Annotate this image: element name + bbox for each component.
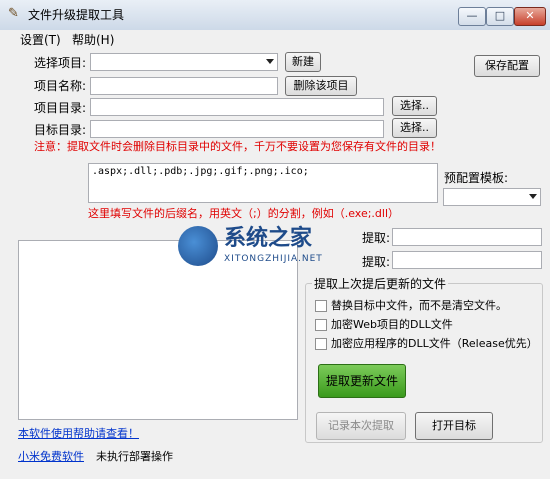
watermark-text: 系统之家 (224, 226, 313, 251)
menu-settings[interactable]: 设置(T) (18, 31, 63, 49)
encrypt-web-dll-checkbox[interactable] (315, 319, 327, 331)
chevron-down-icon (266, 59, 274, 64)
extensions-hint: 这里填写文件的后缀名，用英文（;）的分割，例如（.exe;.dll） (88, 207, 400, 220)
open-target-button[interactable]: 打开目标 (415, 412, 493, 440)
preset-template-label: 预配置模板: (444, 171, 509, 185)
encrypt-web-dll-label: 加密Web项目的DLL文件 (331, 318, 453, 331)
replace-files-label: 替换目标中文件，而不是清空文件。 (331, 299, 507, 312)
watermark-logo-icon (178, 226, 218, 266)
help-link[interactable]: 本软件使用帮助请查看！ (18, 427, 139, 441)
select-project-dropdown[interactable] (90, 53, 278, 71)
minimize-button[interactable]: — (458, 7, 486, 26)
extract-label-2: 提取: (362, 255, 391, 269)
delete-project-button[interactable]: 删除该项目 (285, 76, 357, 96)
new-button[interactable]: 新建 (285, 52, 321, 72)
save-config-button[interactable]: 保存配置 (474, 55, 540, 77)
brand-link[interactable]: 小米免费软件 (18, 450, 84, 464)
extract-input-1[interactable] (392, 228, 542, 246)
extensions-input[interactable]: .aspx;.dll;.pdb;.jpg;.gif;.png;.ico; (88, 163, 438, 203)
title-bar: ✎ 文件升级提取工具 — □ ✕ (0, 0, 550, 31)
extract-label-1: 提取: (362, 231, 391, 245)
status-text: 未执行部署操作 (96, 450, 173, 463)
maximize-button[interactable]: □ (486, 7, 514, 26)
extract-input-2[interactable] (392, 251, 542, 269)
app-icon: ✎ (8, 6, 19, 21)
project-name-input[interactable] (90, 77, 278, 95)
watermark: 系统之家 XITONGZHIJIA.NET (178, 224, 388, 272)
menu-bar: 设置(T) 帮助(H) (0, 30, 550, 50)
watermark-subtext: XITONGZHIJIA.NET (224, 254, 323, 264)
project-dir-input[interactable] (90, 98, 384, 116)
chevron-down-icon (529, 194, 537, 199)
target-dir-input[interactable] (90, 120, 384, 138)
close-button[interactable]: ✕ (514, 7, 546, 26)
warning-text: 注意：提取文件时会删除目标目录中的文件，千万不要设置为您保存有文件的目录！ (34, 140, 441, 153)
window-title: 文件升级提取工具 (28, 8, 125, 22)
project-dir-label: 项目目录: (34, 101, 87, 115)
menu-help[interactable]: 帮助(H) (70, 31, 116, 49)
update-group-title: 提取上次提后更新的文件 (312, 276, 449, 292)
record-extraction-button[interactable]: 记录本次提取 (316, 412, 406, 440)
project-name-label: 项目名称: (34, 79, 87, 93)
browse-target-dir-button[interactable]: 选择.. (392, 118, 437, 138)
select-project-value (91, 54, 97, 58)
preset-template-dropdown[interactable] (443, 188, 541, 206)
browse-project-dir-button[interactable]: 选择.. (392, 96, 437, 116)
replace-files-checkbox[interactable] (315, 300, 327, 312)
encrypt-app-dll-checkbox[interactable] (315, 338, 327, 350)
target-dir-label: 目标目录: (34, 123, 87, 137)
select-project-label: 选择项目: (34, 56, 87, 70)
extract-updated-button[interactable]: 提取更新文件 (318, 364, 406, 398)
encrypt-app-dll-label: 加密应用程序的DLL文件（Release优先） (331, 337, 538, 350)
